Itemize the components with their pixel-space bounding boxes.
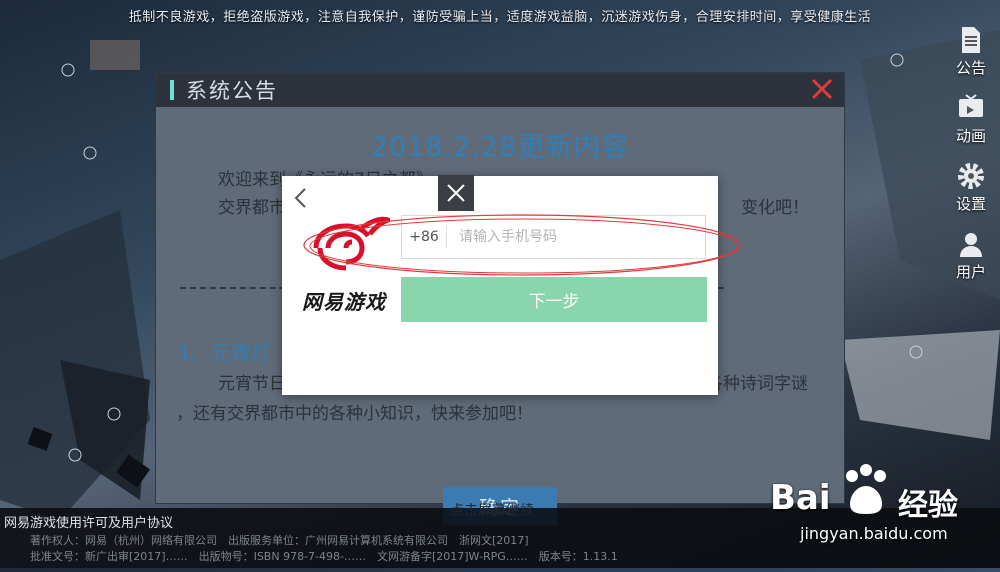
phone-input-row: +86 bbox=[401, 215, 706, 259]
country-code-selector[interactable]: +86 bbox=[402, 226, 447, 248]
notice-line-3b: 各种诗词字谜 bbox=[706, 374, 808, 394]
phone-number-input[interactable] bbox=[457, 221, 705, 253]
side-label-settings: 设置 bbox=[955, 194, 986, 213]
side-label-user: 用户 bbox=[955, 262, 986, 281]
user-icon bbox=[960, 232, 982, 257]
notice-line-2a: 交界都市 bbox=[218, 198, 286, 218]
watermark-brand: Bai bbox=[770, 478, 831, 518]
baidu-watermark: Bai 经验 jingyan.baidu.com bbox=[770, 462, 995, 562]
side-item-settings[interactable]: 设置 bbox=[948, 156, 994, 218]
notice-line-4: ，还有交界都市中的各种小知识，快来参加吧！ bbox=[176, 404, 533, 424]
watermark-brand-suffix: 经验 bbox=[898, 488, 958, 523]
notice-line-3a: 元宵节日 bbox=[218, 374, 286, 394]
back-arrow-icon[interactable] bbox=[290, 186, 312, 210]
notice-title: 系统公告 bbox=[186, 79, 278, 103]
side-menu: 公告 动画 设置 用户 bbox=[948, 20, 994, 292]
notice-close-icon[interactable] bbox=[810, 77, 834, 101]
notice-section-title: 1、元宵灯 bbox=[178, 341, 271, 365]
anti-addiction-notice: 抵制不良游戏，拒绝盗版游戏，注意自我保护，谨防受骗上当，适度游戏益脑，沉迷游戏伤… bbox=[128, 10, 872, 25]
notice-header: 系统公告 bbox=[156, 73, 844, 107]
side-label-animation: 动画 bbox=[955, 126, 986, 145]
phone-login-modal: 网易游戏 +86 下一步 bbox=[282, 176, 718, 395]
side-item-announcement[interactable]: 公告 bbox=[948, 20, 994, 82]
tap-screen-hint: 点击屏幕继续 bbox=[450, 503, 534, 519]
watermark-url: jingyan.baidu.com bbox=[800, 524, 948, 543]
notice-heading: 2018.2.28更新内容 bbox=[370, 132, 630, 163]
document-icon bbox=[962, 26, 980, 53]
license-agreement-link[interactable]: 网易游戏使用许可及用户协议 bbox=[4, 512, 173, 531]
modal-close-button[interactable] bbox=[438, 175, 474, 211]
next-step-button[interactable]: 下一步 bbox=[401, 277, 707, 322]
side-label-announcement: 公告 bbox=[955, 58, 986, 77]
tv-icon bbox=[959, 93, 983, 117]
close-icon bbox=[447, 184, 465, 202]
side-item-animation[interactable]: 动画 bbox=[948, 88, 994, 150]
notice-line-2b: 变化吧！ bbox=[741, 198, 809, 218]
approval-line: 批准文号：新广出审[2017]…… 出版物号：ISBN 978-7-498-……… bbox=[30, 550, 618, 563]
side-item-user[interactable]: 用户 bbox=[948, 224, 994, 286]
gear-icon bbox=[958, 162, 984, 189]
netease-logo bbox=[313, 216, 390, 271]
netease-brand-text: 网易游戏 bbox=[302, 290, 386, 314]
notice-header-accent bbox=[170, 80, 174, 100]
copyright-line: 著作权人：网易（杭州）网络有限公司 出版服务单位：广州网易计算机系统有限公司 浙… bbox=[30, 534, 529, 547]
paw-icon bbox=[846, 464, 886, 514]
